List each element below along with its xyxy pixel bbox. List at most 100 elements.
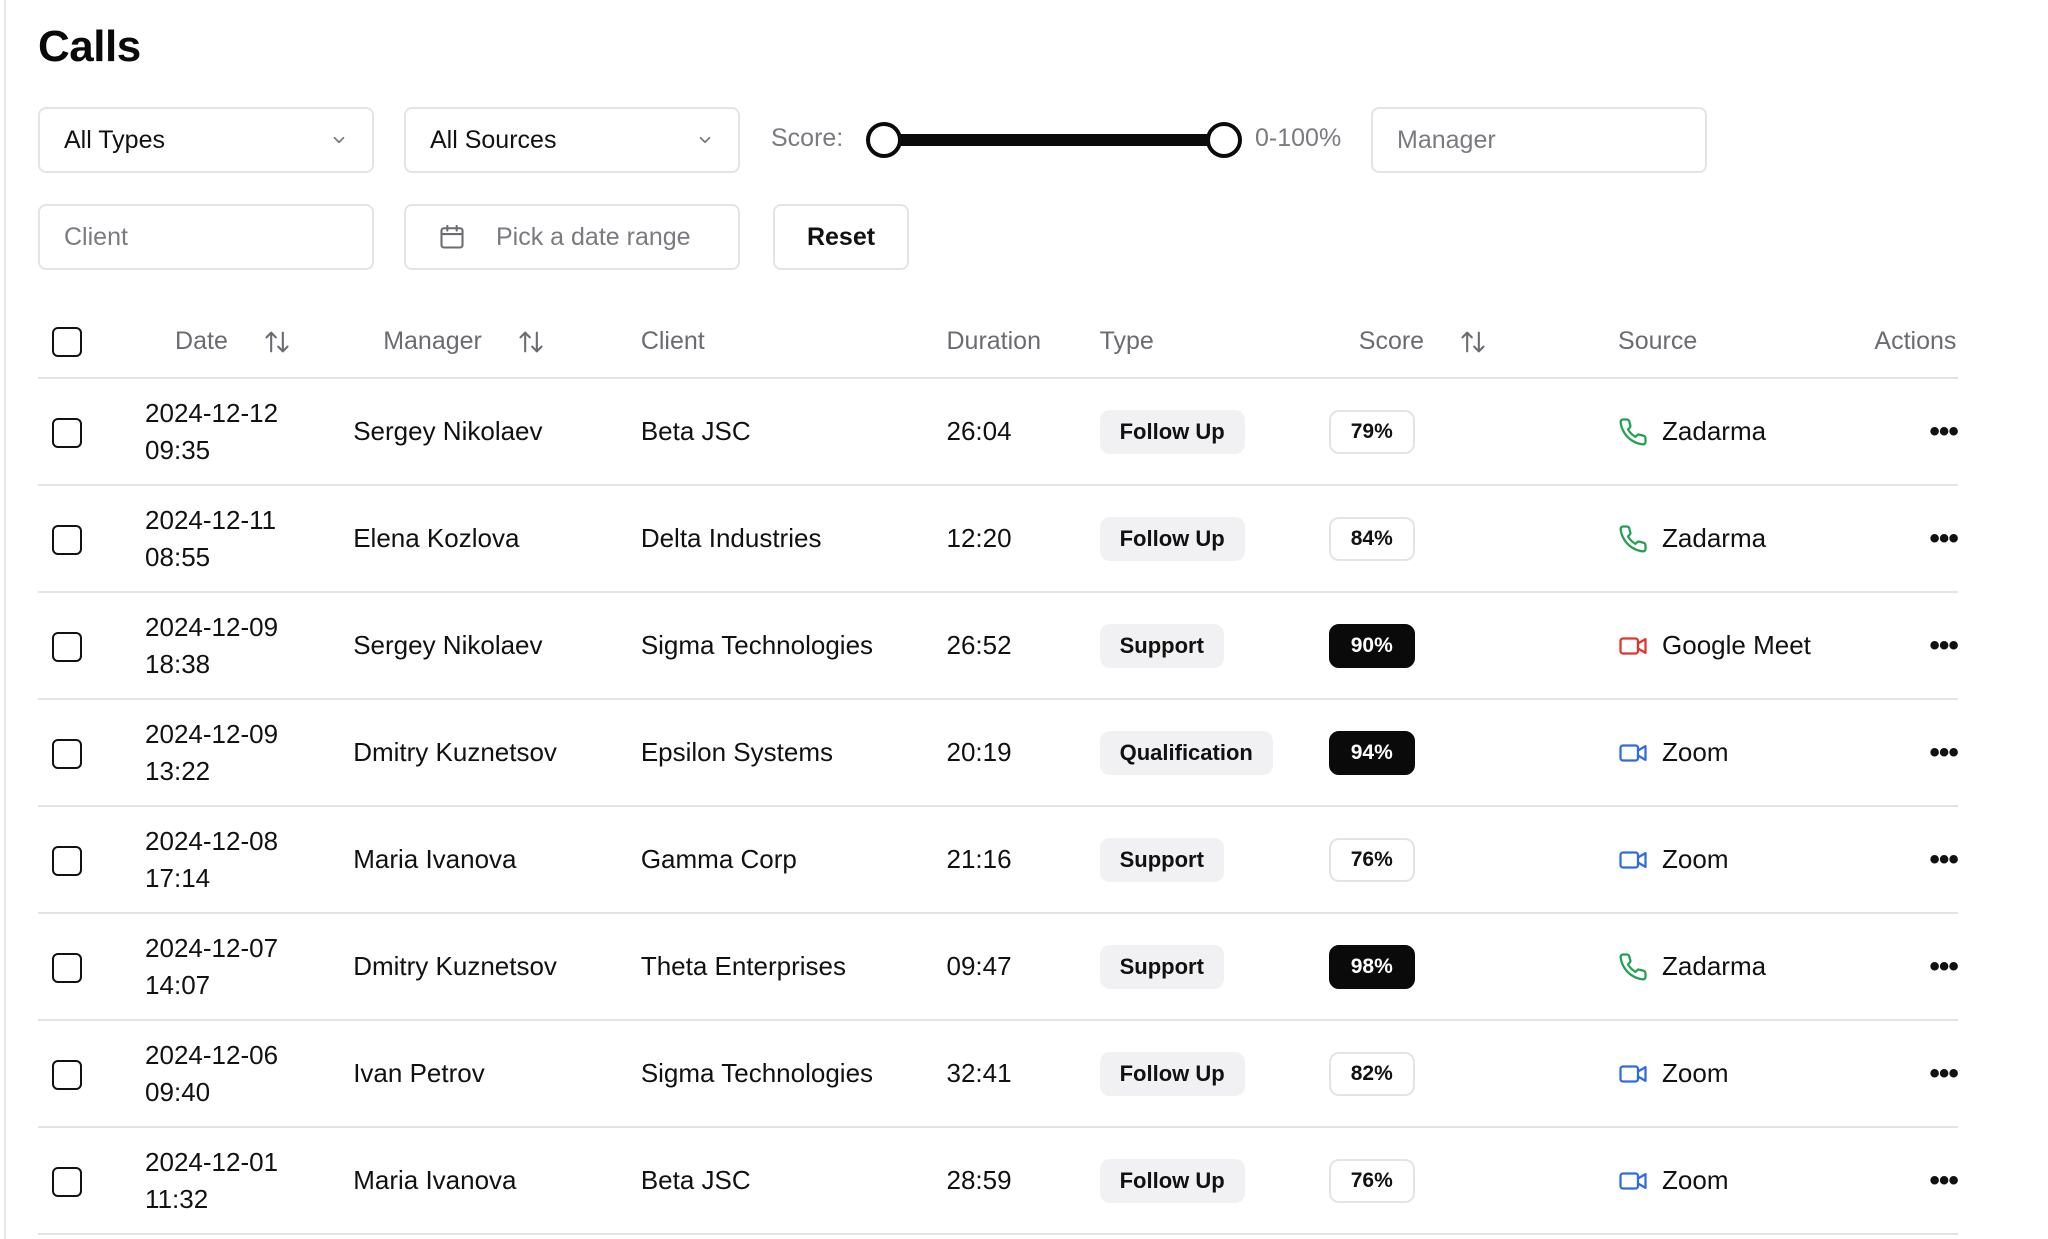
type-filter-select[interactable]: All Types	[38, 107, 374, 173]
more-horizontal-icon[interactable]: •••	[1929, 629, 1958, 662]
column-header-date[interactable]: Date	[175, 327, 228, 355]
video-icon	[1618, 1166, 1662, 1196]
column-header-duration: Duration	[946, 327, 1042, 355]
call-type-badge: Support	[1099, 837, 1224, 882]
call-duration: 32:41	[946, 1058, 1012, 1088]
source-name: Zadarma	[1662, 523, 1767, 553]
more-horizontal-icon[interactable]: •••	[1929, 736, 1958, 769]
row-checkbox[interactable]	[52, 845, 82, 876]
table-row[interactable]: 2024-12-06 09:40 Ivan Petrov Sigma Techn…	[38, 1020, 1959, 1128]
table-row[interactable]: 2024-12-01 11:32 Maria Ivanova Beta JSC …	[38, 1127, 1959, 1235]
table-row[interactable]: 2024-12-11 08:55 Elena Kozlova Delta Ind…	[38, 485, 1959, 593]
source-name: Zoom	[1662, 737, 1729, 767]
call-type-badge: Follow Up	[1099, 516, 1245, 561]
row-checkbox[interactable]	[52, 631, 82, 662]
manager-name: Dmitry Kuznetsov	[353, 737, 557, 767]
client-name: Beta JSC	[640, 1165, 751, 1195]
row-checkbox[interactable]	[52, 738, 82, 769]
call-date: 2024-12-06	[145, 1039, 279, 1070]
more-horizontal-icon[interactable]: •••	[1929, 522, 1958, 555]
sort-arrows-icon[interactable]	[1459, 328, 1487, 356]
call-duration: 12:20	[946, 523, 1012, 553]
client-name: Theta Enterprises	[640, 951, 847, 981]
more-horizontal-icon[interactable]: •••	[1929, 415, 1958, 448]
call-type-badge: Follow Up	[1099, 1158, 1245, 1203]
sort-arrows-icon[interactable]	[517, 328, 545, 356]
score-slider-max-handle[interactable]	[1206, 122, 1242, 158]
score-range-slider[interactable]	[866, 120, 1242, 160]
call-time: 09:35	[145, 434, 211, 465]
client-name: Delta Industries	[640, 523, 822, 553]
score-badge: 76%	[1328, 1158, 1415, 1203]
call-source: Zadarma	[1618, 951, 1874, 982]
row-checkbox[interactable]	[52, 524, 82, 555]
row-checkbox[interactable]	[52, 417, 82, 448]
table-row[interactable]: 2024-12-08 17:14 Maria Ivanova Gamma Cor…	[38, 806, 1959, 914]
column-header-type: Type	[1099, 327, 1154, 355]
call-duration: 21:16	[946, 844, 1012, 874]
source-name: Zadarma	[1662, 951, 1767, 981]
row-checkbox[interactable]	[52, 952, 82, 983]
call-source: Zoom	[1618, 1165, 1874, 1196]
date-range-picker[interactable]: Pick a date range	[404, 204, 740, 270]
source-filter-select[interactable]: All Sources	[404, 107, 740, 173]
call-type-badge: Follow Up	[1099, 409, 1245, 454]
score-slider-min-handle[interactable]	[866, 122, 902, 158]
table-row[interactable]: 2024-12-07 14:07 Dmitry Kuznetsov Theta …	[38, 913, 1959, 1021]
source-name: Google Meet	[1662, 630, 1811, 660]
call-date: 2024-12-09	[145, 611, 279, 642]
phone-icon	[1618, 952, 1662, 982]
call-date: 2024-12-08	[145, 825, 279, 856]
manager-filter-input[interactable]: Manager	[1371, 107, 1707, 173]
video-icon	[1618, 1059, 1662, 1089]
table-row[interactable]: 2024-12-09 13:22 Dmitry Kuznetsov Epsilo…	[38, 699, 1959, 807]
more-horizontal-icon[interactable]: •••	[1929, 1057, 1958, 1090]
score-badge: 76%	[1328, 837, 1415, 882]
row-checkbox[interactable]	[52, 1059, 82, 1090]
call-source: Zoom	[1618, 844, 1874, 875]
sort-arrows-icon[interactable]	[263, 328, 291, 356]
column-header-source: Source	[1618, 327, 1698, 355]
call-date: 2024-12-07	[145, 932, 279, 963]
select-all-checkbox[interactable]	[52, 326, 82, 357]
more-horizontal-icon[interactable]: •••	[1929, 950, 1958, 983]
column-header-manager[interactable]: Manager	[383, 327, 482, 355]
score-badge: 90%	[1328, 623, 1415, 668]
row-checkbox[interactable]	[52, 1166, 82, 1197]
call-source: Zoom	[1618, 1058, 1874, 1089]
call-date: 2024-12-01	[145, 1146, 279, 1177]
manager-name: Dmitry Kuznetsov	[353, 951, 557, 981]
call-time: 09:40	[145, 1076, 211, 1107]
chevron-down-icon	[333, 136, 345, 144]
more-horizontal-icon[interactable]: •••	[1929, 843, 1958, 876]
table-header-row: Date Manager Client Duration Type Score …	[38, 306, 1958, 379]
column-header-score[interactable]: Score	[1359, 327, 1424, 355]
table-row[interactable]: 2024-12-12 09:35 Sergey Nikolaev Beta JS…	[38, 378, 1959, 486]
call-type-badge: Follow Up	[1099, 1051, 1245, 1096]
reset-button-label: Reset	[806, 222, 876, 251]
client-filter-input[interactable]: Client	[38, 204, 374, 270]
calls-table: Date Manager Client Duration Type Score …	[38, 306, 1959, 1235]
call-source: Zadarma	[1618, 416, 1874, 447]
video-icon	[1618, 738, 1662, 768]
call-duration: 20:19	[946, 737, 1012, 767]
source-name: Zoom	[1662, 1058, 1729, 1088]
manager-name: Maria Ivanova	[353, 1165, 517, 1195]
more-horizontal-icon[interactable]: •••	[1929, 1164, 1958, 1197]
date-range-placeholder: Pick a date range	[496, 222, 691, 251]
column-header-actions: Actions	[1874, 327, 1957, 355]
call-time: 18:38	[145, 648, 211, 679]
call-date: 2024-12-09	[145, 718, 279, 749]
table-row[interactable]: 2024-12-09 18:38 Sergey Nikolaev Sigma T…	[38, 592, 1959, 700]
call-time: 14:07	[145, 969, 211, 1000]
call-time: 08:55	[145, 541, 211, 572]
client-name: Epsilon Systems	[640, 737, 833, 767]
score-badge: 82%	[1328, 1051, 1415, 1096]
reset-button[interactable]: Reset	[773, 204, 909, 270]
call-type-badge: Qualification	[1099, 730, 1273, 775]
client-name: Sigma Technologies	[640, 1058, 874, 1088]
call-time: 17:14	[145, 862, 211, 893]
manager-filter-placeholder: Manager	[1397, 125, 1496, 154]
call-source: Zoom	[1618, 737, 1874, 768]
client-name: Beta JSC	[640, 416, 751, 446]
